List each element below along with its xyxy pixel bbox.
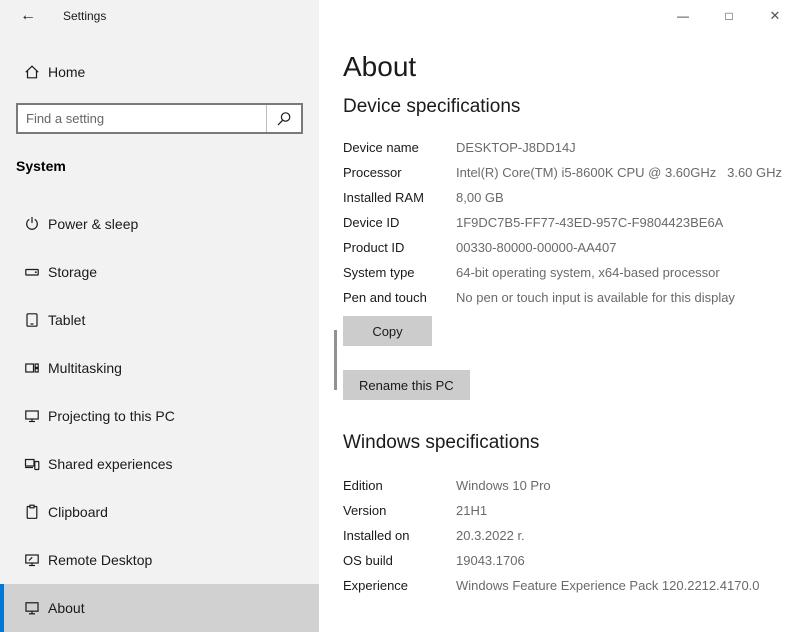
- sidebar-section-system: System: [16, 158, 66, 174]
- sidebar-item-tablet[interactable]: Tablet: [0, 296, 319, 344]
- search-box: [16, 103, 303, 134]
- sidebar-item-shared-experiences[interactable]: Shared experiences: [0, 440, 319, 488]
- spec-value: DESKTOP-J8DD14J: [456, 140, 576, 155]
- spec-value: 20.3.2022 r.: [456, 528, 525, 543]
- sidebar-item-about[interactable]: About: [0, 584, 319, 632]
- spec-value: 8,00 GB: [456, 190, 504, 205]
- sidebar-item-storage[interactable]: Storage: [0, 248, 319, 296]
- home-icon: [24, 64, 40, 80]
- spec-value: 19043.1706: [456, 553, 525, 568]
- clipboard-icon: [24, 504, 40, 520]
- window-controls: — □ ✕: [660, 0, 798, 32]
- spec-row-pen-touch: Pen and touch No pen or touch input is a…: [343, 289, 798, 307]
- spec-label: Processor: [343, 165, 402, 180]
- sidebar-item-label: Power & sleep: [48, 216, 139, 232]
- sidebar-item-projecting[interactable]: Projecting to this PC: [0, 392, 319, 440]
- maximize-button[interactable]: □: [706, 0, 752, 32]
- shared-experiences-icon: [24, 456, 40, 472]
- spec-label: Version: [343, 503, 387, 518]
- windows-specifications-heading: Windows specifications: [343, 432, 540, 453]
- back-icon[interactable]: ←: [20, 8, 40, 24]
- sidebar-item-label: Projecting to this PC: [48, 408, 175, 424]
- sidebar-item-multitasking[interactable]: Multitasking: [0, 344, 319, 392]
- spec-row-system-type: System type 64-bit operating system, x64…: [343, 264, 798, 282]
- sidebar-item-label: Clipboard: [48, 504, 108, 520]
- spec-value: Windows 10 Pro: [456, 478, 551, 493]
- spec-label: OS build: [343, 553, 393, 568]
- spec-label: Device ID: [343, 215, 400, 230]
- settings-window: ← Settings Home System: [0, 0, 798, 632]
- spec-value: 1F9DC7B5-FF77-43ED-957C-F9804423BE6A: [456, 215, 724, 230]
- app-title: Settings: [63, 9, 107, 23]
- search-icon[interactable]: [267, 105, 301, 132]
- spec-row-processor: Processor Intel(R) Core(TM) i5-8600K CPU…: [343, 164, 798, 182]
- spec-label: Pen and touch: [343, 290, 427, 305]
- spec-label: Installed on: [343, 528, 410, 543]
- sidebar-item-label: Shared experiences: [48, 456, 173, 472]
- sidebar: ← Settings Home System: [0, 0, 319, 632]
- sidebar-item-label: About: [48, 600, 85, 616]
- about-page: About Device specifications Device name …: [319, 50, 798, 595]
- content-pane: — □ ✕ About Device specifications Device…: [319, 0, 798, 630]
- spec-row-os-build: OS build 19043.1706: [343, 552, 798, 570]
- multitasking-icon: [24, 360, 40, 376]
- spec-label: Edition: [343, 478, 383, 493]
- spec-row-device-name: Device name DESKTOP-J8DD14J: [343, 139, 798, 157]
- spec-label: Device name: [343, 140, 419, 155]
- home-label: Home: [48, 64, 86, 80]
- minimize-button[interactable]: —: [660, 0, 706, 32]
- sidebar-item-label: Multitasking: [48, 360, 122, 376]
- spec-label: Installed RAM: [343, 190, 424, 205]
- sidebar-item-label: Tablet: [48, 312, 86, 328]
- rename-pc-button[interactable]: Rename this PC: [343, 370, 470, 400]
- remote-desktop-icon: [24, 552, 40, 568]
- spec-value: 00330-80000-00000-AA407: [456, 240, 617, 255]
- sidebar-item-power-sleep[interactable]: Power & sleep: [0, 200, 319, 248]
- spec-row-version: Version 21H1: [343, 502, 798, 520]
- spec-row-device-id: Device ID 1F9DC7B5-FF77-43ED-957C-F98044…: [343, 214, 798, 232]
- spec-value: 64-bit operating system, x64-based proce…: [456, 265, 720, 280]
- spec-value: Intel(R) Core(TM) i5-8600K CPU @ 3.60GHz…: [456, 165, 783, 180]
- windows-spec-table: Edition Windows 10 Pro Version 21H1 Inst…: [343, 477, 798, 595]
- storage-icon: [24, 264, 40, 280]
- selected-accent-bar: [0, 584, 4, 632]
- spec-label: Product ID: [343, 240, 405, 255]
- device-spec-table: Device name DESKTOP-J8DD14J Processor In…: [343, 139, 798, 307]
- power-icon: [24, 216, 40, 232]
- sidebar-item-clipboard[interactable]: Clipboard: [0, 488, 319, 536]
- sidebar-item-remote-desktop[interactable]: Remote Desktop: [0, 536, 319, 584]
- spec-row-installed-ram: Installed RAM 8,00 GB: [343, 189, 798, 207]
- sidebar-nav: Power & sleep Storage Tablet Multitaskin…: [0, 200, 319, 632]
- content-scrollbar-thumb[interactable]: [334, 330, 337, 390]
- sidebar-item-label: Remote Desktop: [48, 552, 153, 568]
- device-specifications-heading: Device specifications: [343, 96, 521, 117]
- sidebar-item-home[interactable]: Home: [0, 52, 319, 92]
- spec-row-product-id: Product ID 00330-80000-00000-AA407: [343, 239, 798, 257]
- spec-row-installed-on: Installed on 20.3.2022 r.: [343, 527, 798, 545]
- search-input[interactable]: [18, 105, 266, 132]
- spec-label: Experience: [343, 578, 409, 593]
- spec-label: System type: [343, 265, 415, 280]
- spec-row-experience: Experience Windows Feature Experience Pa…: [343, 577, 798, 595]
- projecting-icon: [24, 408, 40, 424]
- spec-value: 21H1: [456, 503, 488, 518]
- sidebar-item-label: Storage: [48, 264, 98, 280]
- tablet-icon: [24, 312, 40, 328]
- spec-value: Windows Feature Experience Pack 120.2212…: [456, 578, 760, 593]
- about-icon: [24, 600, 40, 616]
- page-title: About: [343, 51, 417, 82]
- close-button[interactable]: ✕: [752, 0, 798, 32]
- spec-row-edition: Edition Windows 10 Pro: [343, 477, 798, 495]
- copy-button[interactable]: Copy: [343, 316, 432, 346]
- spec-value: No pen or touch input is available for t…: [456, 290, 735, 305]
- titlebar-left: ← Settings: [0, 0, 319, 32]
